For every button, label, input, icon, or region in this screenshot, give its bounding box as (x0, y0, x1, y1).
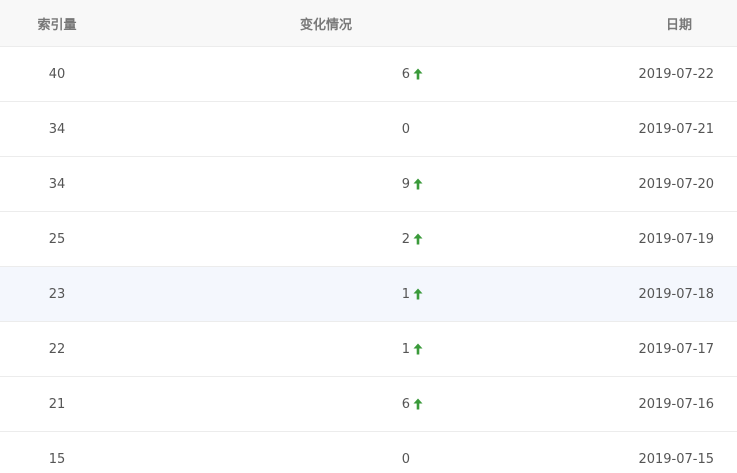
arrow-up-icon (411, 232, 425, 246)
cell-change: 1 (114, 267, 538, 321)
cell-date: 2019-07-22 (638, 66, 714, 82)
change-value: 0 (401, 121, 410, 137)
change-value: 2 (401, 231, 410, 247)
change-value: 9 (401, 176, 410, 192)
table-row[interactable]: 21 6 2019-07-16 (0, 377, 737, 432)
index-volume-table: 索引量 变化情况 日期 40 6 2019-07-22 34 0 2019-07-21 34… (0, 0, 737, 473)
change-value-group: 1 (402, 342, 425, 357)
arrow-up-icon (411, 122, 425, 136)
cell-date: 2019-07-18 (638, 286, 714, 302)
cell-date: 2019-07-19 (638, 231, 714, 247)
cell-index-volume: 23 (48, 286, 66, 302)
table-row[interactable]: 23 1 2019-07-18 (0, 267, 737, 322)
cell-change: 2 (114, 212, 538, 266)
cell-index-volume: 40 (48, 66, 66, 82)
cell-date: 2019-07-21 (638, 121, 714, 137)
header-change: 变化情况 (299, 17, 352, 33)
change-value: 6 (401, 66, 410, 82)
cell-change: 6 (114, 377, 538, 431)
header-date: 日期 (665, 17, 692, 33)
change-value: 1 (401, 341, 410, 357)
change-value-group: 1 (402, 287, 425, 302)
cell-date: 2019-07-20 (638, 176, 714, 192)
change-value: 1 (401, 286, 410, 302)
cell-date: 2019-07-17 (638, 341, 714, 357)
cell-index-volume: 15 (48, 451, 66, 467)
cell-date: 2019-07-15 (638, 451, 714, 467)
table-row[interactable]: 34 0 2019-07-21 (0, 102, 737, 157)
table-row[interactable]: 22 1 2019-07-17 (0, 322, 737, 377)
cell-change: 0 (114, 102, 538, 156)
arrow-up-icon (411, 452, 425, 466)
cell-change: 6 (114, 47, 538, 101)
arrow-up-icon (411, 67, 425, 81)
table-row[interactable]: 25 2 2019-07-19 (0, 212, 737, 267)
arrow-up-icon (411, 342, 425, 356)
table-body: 40 6 2019-07-22 34 0 2019-07-21 34 9 2019-07-20 2… (0, 47, 737, 473)
cell-index-volume: 22 (48, 341, 66, 357)
cell-change: 0 (114, 432, 538, 473)
cell-index-volume: 21 (48, 396, 66, 412)
cell-index-volume: 25 (48, 231, 66, 247)
cell-index-volume: 34 (48, 176, 66, 192)
change-value: 0 (401, 451, 410, 467)
table-header: 索引量 变化情况 日期 (0, 0, 737, 47)
cell-change: 9 (114, 157, 538, 211)
arrow-up-icon (411, 177, 425, 191)
change-value-group: 9 (402, 177, 425, 192)
change-value-group: 6 (402, 67, 425, 82)
cell-index-volume: 34 (48, 121, 66, 137)
arrow-up-icon (411, 397, 425, 411)
cell-date: 2019-07-16 (638, 396, 714, 412)
header-index-volume: 索引量 (37, 17, 77, 33)
cell-change: 1 (114, 322, 538, 376)
change-value-group: 2 (402, 232, 425, 247)
change-value-group: 0 (402, 452, 425, 467)
change-value: 6 (401, 396, 410, 412)
change-value-group: 0 (402, 122, 425, 137)
table-row[interactable]: 34 9 2019-07-20 (0, 157, 737, 212)
arrow-up-icon (411, 287, 425, 301)
table-row[interactable]: 15 0 2019-07-15 (0, 432, 737, 473)
table-row[interactable]: 40 6 2019-07-22 (0, 47, 737, 102)
change-value-group: 6 (402, 397, 425, 412)
